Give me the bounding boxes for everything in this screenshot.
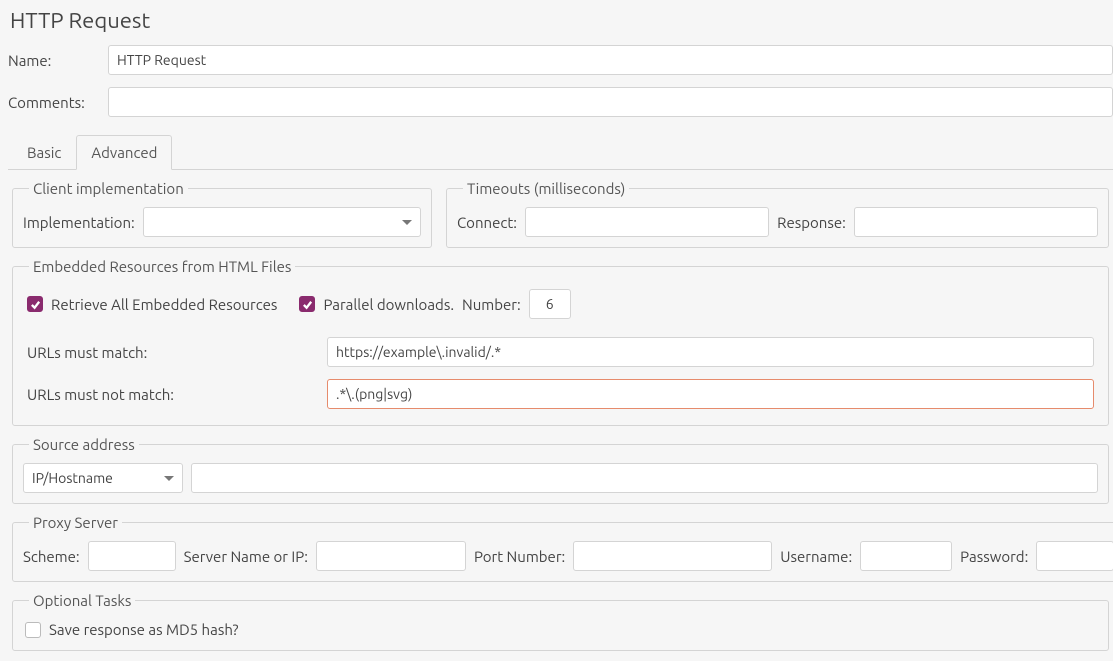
client-implementation-legend: Client implementation <box>29 180 188 197</box>
proxy-password-label: Password: <box>960 548 1028 565</box>
implementation-label: Implementation: <box>23 214 135 231</box>
proxy-password-input[interactable] <box>1036 541 1113 571</box>
name-input[interactable] <box>108 45 1113 75</box>
urls-not-match-label: URLs must not match: <box>27 386 317 403</box>
retrieve-all-label: Retrieve All Embedded Resources <box>51 296 277 313</box>
page-title: HTTP Request <box>10 8 1113 33</box>
chevron-down-icon <box>164 476 174 481</box>
optional-tasks-legend: Optional Tasks <box>29 592 135 609</box>
comments-input[interactable] <box>108 87 1113 117</box>
chevron-down-icon <box>402 220 412 225</box>
source-address-type-value: IP/Hostname <box>32 470 156 486</box>
proxy-port-input[interactable] <box>573 541 772 571</box>
urls-not-match-input[interactable] <box>327 379 1094 409</box>
proxy-server-label: Server Name or IP: <box>184 548 308 565</box>
proxy-scheme-label: Scheme: <box>23 548 80 565</box>
proxy-username-input[interactable] <box>860 541 952 571</box>
number-input[interactable] <box>529 289 571 319</box>
timeouts-legend: Timeouts (milliseconds) <box>463 180 629 197</box>
comments-label: Comments: <box>8 94 100 111</box>
connect-input[interactable] <box>525 207 769 237</box>
tab-basic[interactable]: Basic <box>12 135 76 169</box>
source-address-input[interactable] <box>191 463 1098 493</box>
proxy-server-group: Proxy Server Scheme: Server Name or IP: … <box>12 514 1113 582</box>
retrieve-all-checkbox[interactable] <box>27 296 43 312</box>
parallel-downloads-label: Parallel downloads. <box>323 296 454 313</box>
parallel-downloads-checkbox[interactable] <box>299 296 315 312</box>
proxy-server-input[interactable] <box>316 541 466 571</box>
connect-label: Connect: <box>457 214 517 231</box>
embedded-resources-legend: Embedded Resources from HTML Files <box>29 258 295 275</box>
proxy-username-label: Username: <box>780 548 852 565</box>
source-address-group: Source address IP/Hostname <box>12 436 1109 504</box>
tab-bar: Basic Advanced <box>8 135 1113 170</box>
urls-match-label: URLs must match: <box>27 344 317 361</box>
timeouts-group: Timeouts (milliseconds) Connect: Respons… <box>446 180 1109 248</box>
proxy-server-legend: Proxy Server <box>29 514 122 531</box>
urls-match-input[interactable] <box>327 337 1094 367</box>
md5-checkbox[interactable] <box>25 622 41 638</box>
number-label: Number: <box>462 296 521 313</box>
tab-advanced[interactable]: Advanced <box>76 135 172 170</box>
source-address-legend: Source address <box>29 436 139 453</box>
source-address-type-dropdown[interactable]: IP/Hostname <box>23 463 183 493</box>
client-implementation-group: Client implementation Implementation: <box>12 180 432 248</box>
optional-tasks-group: Optional Tasks Save response as MD5 hash… <box>12 592 1109 651</box>
proxy-port-label: Port Number: <box>474 548 565 565</box>
name-label: Name: <box>8 52 100 69</box>
response-input[interactable] <box>854 207 1098 237</box>
response-label: Response: <box>777 214 846 231</box>
embedded-resources-group: Embedded Resources from HTML Files Retri… <box>12 258 1109 426</box>
md5-label: Save response as MD5 hash? <box>49 621 238 638</box>
proxy-scheme-input[interactable] <box>88 541 176 571</box>
implementation-dropdown[interactable] <box>143 207 421 237</box>
